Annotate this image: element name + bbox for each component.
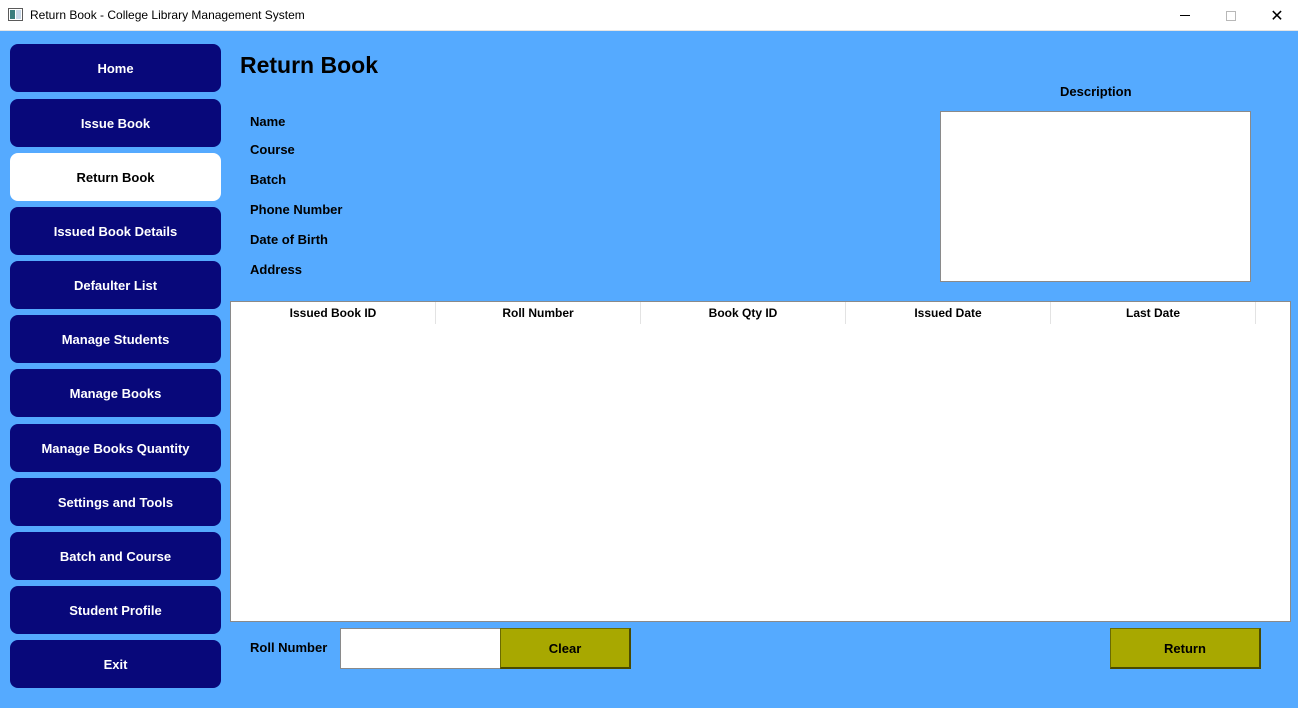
course-label: Course	[250, 142, 295, 157]
column-header-book-qty-id[interactable]: Book Qty ID	[641, 302, 846, 324]
column-header-issued-date[interactable]: Issued Date	[846, 302, 1051, 324]
app-window-icon	[8, 8, 23, 21]
nav-student-profile-button[interactable]: Student Profile	[10, 586, 221, 634]
page-title: Return Book	[240, 52, 378, 78]
description-label: Description	[1060, 84, 1132, 99]
nav-defaulter-list-button[interactable]: Defaulter List	[10, 261, 221, 309]
nav-settings-and-tools-button[interactable]: Settings and Tools	[10, 478, 221, 526]
date-of-birth-label: Date of Birth	[250, 232, 328, 247]
roll-number-input[interactable]	[340, 628, 501, 669]
batch-label: Batch	[250, 172, 287, 187]
roll-number-label: Roll Number	[250, 640, 328, 655]
column-header-last-date[interactable]: Last Date	[1051, 302, 1256, 324]
nav-return-book-button[interactable]: Return Book	[10, 153, 221, 201]
return-button[interactable]: Return	[1110, 628, 1261, 669]
title-bar: Return Book - College Library Management…	[0, 0, 1298, 31]
nav-batch-and-course-button[interactable]: Batch and Course	[10, 532, 221, 580]
close-button[interactable]: ✕	[1254, 0, 1298, 31]
maximize-button[interactable]	[1208, 0, 1254, 31]
minimize-icon	[1180, 15, 1190, 16]
table-header: Issued Book ID Roll Number Book Qty ID I…	[231, 302, 1290, 324]
description-textbox[interactable]	[940, 111, 1251, 282]
address-label: Address	[250, 262, 303, 277]
name-label: Name	[250, 114, 286, 129]
nav-manage-students-button[interactable]: Manage Students	[10, 315, 221, 363]
window-title: Return Book - College Library Management…	[30, 8, 305, 22]
clear-button[interactable]: Clear	[500, 628, 631, 669]
column-header-issued-book-id[interactable]: Issued Book ID	[231, 302, 436, 324]
nav-exit-button[interactable]: Exit	[10, 640, 221, 688]
close-icon: ✕	[1270, 7, 1284, 25]
issued-books-table[interactable]: Issued Book ID Roll Number Book Qty ID I…	[230, 301, 1291, 622]
phone-number-label: Phone Number	[250, 202, 343, 217]
minimize-button[interactable]	[1162, 0, 1208, 31]
nav-issued-book-details-button[interactable]: Issued Book Details	[10, 207, 221, 255]
nav-home-button[interactable]: Home	[10, 44, 221, 92]
nav-manage-books-quantity-button[interactable]: Manage Books Quantity	[10, 424, 221, 472]
nav-manage-books-button[interactable]: Manage Books	[10, 369, 221, 417]
column-header-roll-number[interactable]: Roll Number	[436, 302, 641, 324]
nav-issue-book-button[interactable]: Issue Book	[10, 99, 221, 147]
maximize-icon	[1226, 10, 1236, 21]
